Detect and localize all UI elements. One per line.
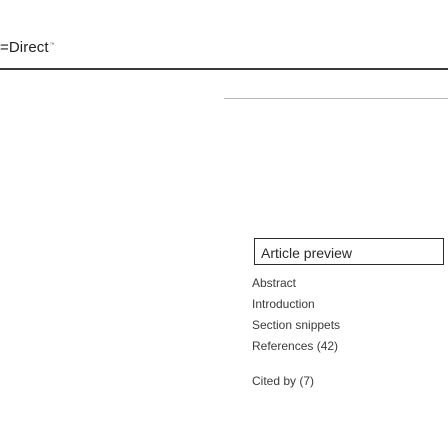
outline-link-references[interactable]: References (42)	[252, 340, 340, 361]
header-divider	[0, 68, 448, 70]
logo-trademark: ™	[49, 42, 55, 48]
article-preview-button[interactable]: Article preview	[254, 238, 444, 265]
outline-link-abstract[interactable]: Abstract	[252, 277, 340, 298]
logo[interactable]: =Direct™	[0, 39, 55, 56]
site-header: =Direct™	[0, 0, 448, 68]
outline-link-cited-by[interactable]: Cited by (7)	[252, 375, 340, 396]
outline-link-introduction[interactable]: Introduction	[252, 298, 340, 319]
logo-text: =Direct	[0, 39, 49, 56]
article-outline: Abstract Introduction Section snippets R…	[252, 277, 340, 396]
outline-divider	[224, 98, 448, 99]
outline-link-section-snippets[interactable]: Section snippets	[252, 319, 340, 340]
